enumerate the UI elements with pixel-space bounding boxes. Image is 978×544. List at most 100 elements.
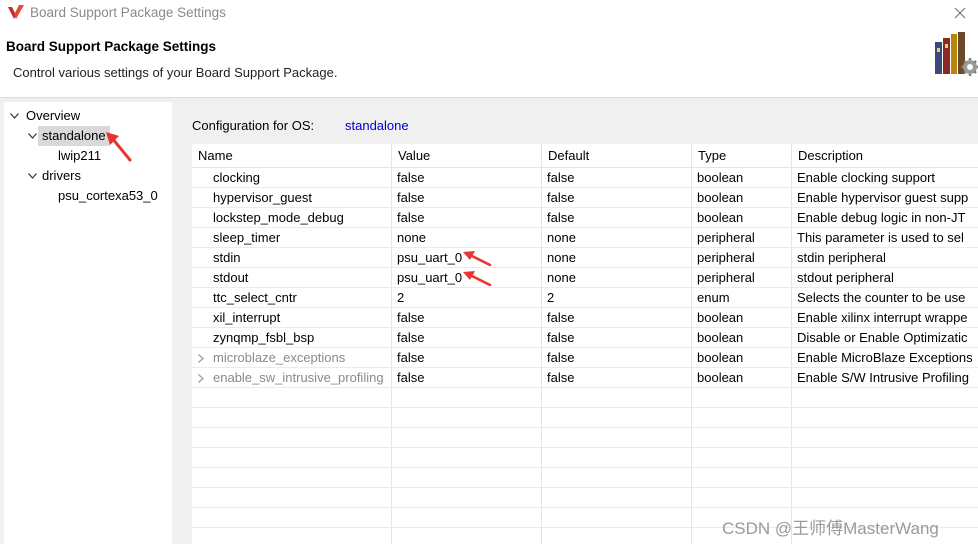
chevron-down-icon[interactable] <box>26 126 38 146</box>
cell-value[interactable]: 2 <box>397 288 541 308</box>
cell-name: clocking <box>213 170 260 185</box>
cell-default: false <box>547 210 575 225</box>
cell-type: boolean <box>697 210 744 225</box>
navigation-tree: Overview standalone lwip211 drivers psu_… <box>4 102 172 544</box>
tree-item-standalone[interactable]: standalone <box>4 126 172 146</box>
tree-item-label: drivers <box>42 168 82 183</box>
cell-value[interactable]: false <box>397 328 541 348</box>
cell-value[interactable]: false <box>397 348 541 368</box>
config-os-label: Configuration for OS: <box>192 118 315 133</box>
cell-description: Enable clocking support <box>797 170 936 185</box>
cell-default: none <box>547 270 576 285</box>
cell-description: This parameter is used to sel <box>797 230 964 245</box>
close-icon <box>954 7 966 19</box>
title-bar: Board Support Package Settings <box>0 0 978 26</box>
tree-item-overview[interactable]: Overview <box>4 106 172 126</box>
cell-default: none <box>547 230 576 245</box>
table-row[interactable]: ttc_select_cntr 2 2 enum Selects the counter… <box>192 288 978 308</box>
cell-value[interactable]: false <box>397 208 541 228</box>
cell-description: Selects the counter to be use <box>797 290 966 305</box>
watermark: CSDN @王师傅MasterWang <box>722 519 939 538</box>
cell-value[interactable]: none <box>397 228 541 248</box>
tree-item-label: standalone <box>38 126 110 146</box>
tree-item-label: Overview <box>26 108 81 123</box>
table-row[interactable]: microblaze_exceptions false false boolean En… <box>192 348 978 368</box>
cell-default: false <box>547 310 575 325</box>
chevron-right-icon[interactable] <box>198 348 208 368</box>
table-row[interactable]: zynqmp_fsbl_bsp false false boolean Disable … <box>192 328 978 348</box>
cell-type: boolean <box>697 190 744 205</box>
table-row[interactable]: sleep_timer none none peripheral This parame… <box>192 228 978 248</box>
header-title: Board Support Package Settings <box>6 39 217 54</box>
chevron-down-icon[interactable] <box>26 166 38 186</box>
cell-description: Enable xilinx interrupt wrappe <box>797 310 968 325</box>
table-row <box>192 468 978 488</box>
table-row[interactable]: lockstep_mode_debug false false boolean Enab… <box>192 208 978 228</box>
cell-default: false <box>547 350 575 365</box>
tree-item-psu-cortexa53-0[interactable]: psu_cortexa53_0 <box>4 186 172 206</box>
table-row[interactable]: xil_interrupt false false boolean Enable xil… <box>192 308 978 328</box>
cell-name: lockstep_mode_debug <box>213 210 344 225</box>
cell-name: enable_sw_intrusive_profiling <box>213 370 384 385</box>
table-row <box>192 428 978 448</box>
annotation-arrow-icon <box>463 271 492 287</box>
table-row[interactable]: hypervisor_guest false false boolean Enable … <box>192 188 978 208</box>
cell-default: false <box>547 190 575 205</box>
column-header-default[interactable]: Default <box>542 144 692 168</box>
cell-name: sleep_timer <box>213 230 281 245</box>
cell-type: peripheral <box>697 270 755 285</box>
table-row[interactable]: enable_sw_intrusive_profiling false false b… <box>192 368 978 388</box>
cell-value[interactable]: false <box>397 308 541 328</box>
cell-name: stdin <box>213 250 241 265</box>
cell-value[interactable]: false <box>397 368 541 388</box>
cell-value[interactable]: false <box>397 188 541 208</box>
cell-description: Enable MicroBlaze Exceptions <box>797 350 973 365</box>
cell-type: peripheral <box>697 250 755 265</box>
cell-description: Enable hypervisor guest supp <box>797 190 969 205</box>
cell-default: none <box>547 250 576 265</box>
cell-type: enum <box>697 290 730 305</box>
table-row <box>192 408 978 428</box>
cell-type: boolean <box>697 370 744 385</box>
annotation-arrow-icon <box>106 132 132 162</box>
cell-description: Disable or Enable Optimizatic <box>797 330 968 345</box>
tree-item-label: lwip211 <box>58 148 102 163</box>
chevron-right-icon[interactable] <box>198 368 208 388</box>
cell-description: Enable S/W Intrusive Profiling <box>797 370 969 385</box>
cell-value[interactable]: false <box>397 168 541 188</box>
column-header-value[interactable]: Value <box>392 144 542 168</box>
table-row[interactable]: stdin psu_uart_0 none peripheral stdin perip… <box>192 248 978 268</box>
cell-name: stdout <box>213 270 249 285</box>
config-os-value[interactable]: standalone <box>345 118 409 133</box>
cell-type: peripheral <box>697 230 755 245</box>
column-header-type[interactable]: Type <box>692 144 792 168</box>
column-header-name[interactable]: Name <box>192 144 392 168</box>
cell-default: false <box>547 170 575 185</box>
close-button[interactable] <box>942 0 978 26</box>
tree-item-drivers[interactable]: drivers <box>4 166 172 186</box>
cell-name: microblaze_exceptions <box>213 350 346 365</box>
cell-default: false <box>547 370 575 385</box>
settings-table: Name Value Default Type Description cloc… <box>192 144 978 544</box>
annotation-arrow-icon <box>463 251 492 267</box>
chevron-down-icon[interactable] <box>8 106 20 126</box>
dialog-body: Overview standalone lwip211 drivers psu_… <box>0 98 978 544</box>
header-subtitle: Control various settings of your Board S… <box>13 65 338 80</box>
cell-type: boolean <box>697 330 744 345</box>
tree-item-lwip211[interactable]: lwip211 <box>4 146 172 166</box>
cell-description: Enable debug logic in non-JT <box>797 210 966 225</box>
table-row[interactable]: clocking false false boolean Enable clocking… <box>192 168 978 188</box>
library-settings-icon <box>935 32 978 76</box>
cell-type: boolean <box>697 350 744 365</box>
cell-description: stdin peripheral <box>797 250 886 265</box>
vitis-app-icon <box>8 5 24 19</box>
cell-type: boolean <box>697 170 744 185</box>
cell-default: false <box>547 330 575 345</box>
window-title: Board Support Package Settings <box>30 5 226 20</box>
cell-name: zynqmp_fsbl_bsp <box>213 330 315 345</box>
table-row <box>192 488 978 508</box>
table-row[interactable]: stdout psu_uart_0 none peripheral stdout per… <box>192 268 978 288</box>
cell-name: hypervisor_guest <box>213 190 312 205</box>
column-header-description[interactable]: Description <box>792 144 978 168</box>
cell-name: ttc_select_cntr <box>213 290 297 305</box>
